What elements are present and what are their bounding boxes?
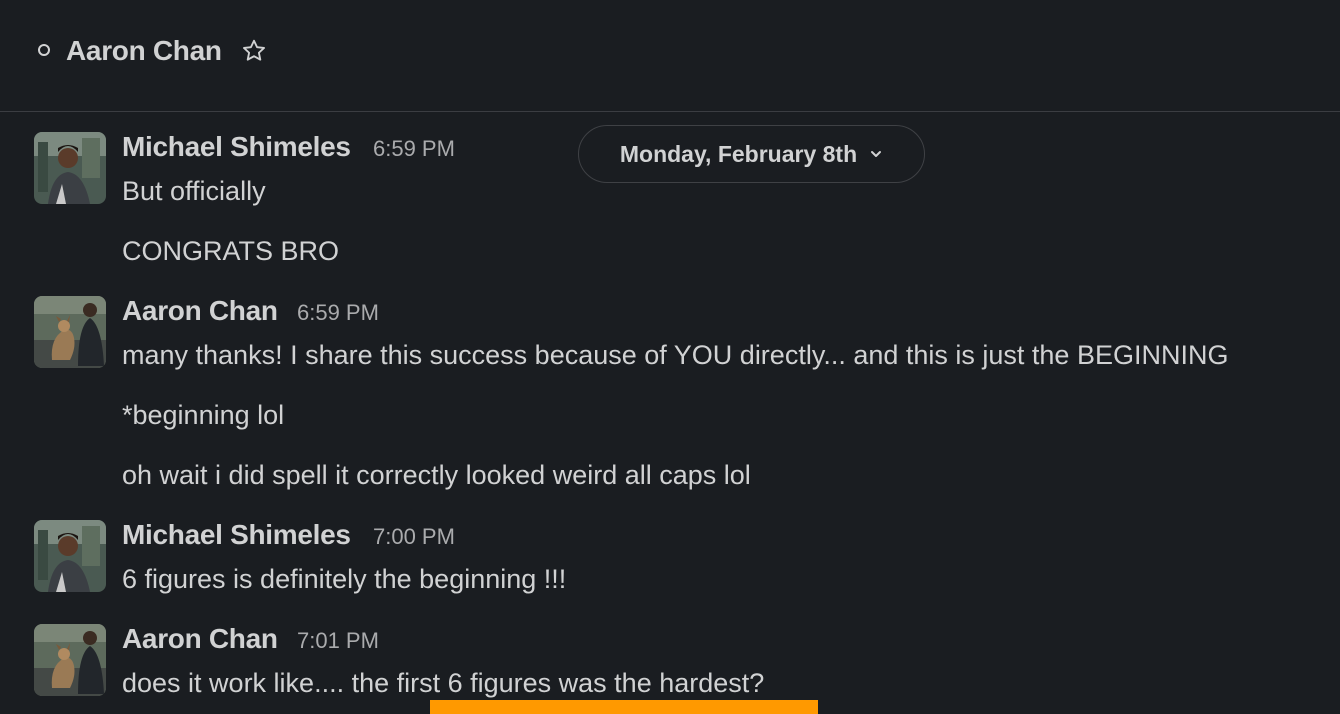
presence-status-icon	[38, 44, 50, 56]
message-timestamp[interactable]: 7:00 PM	[373, 522, 455, 552]
message-text: *beginning lol	[122, 400, 285, 430]
message-text: CONGRATS BRO	[122, 236, 340, 266]
date-divider-label: Monday, February 8th	[619, 140, 858, 167]
message-text: oh wait i did spell it correctly looked …	[122, 460, 751, 490]
star-icon[interactable]	[240, 37, 268, 65]
message-timestamp[interactable]: 7:01 PM	[297, 626, 379, 656]
message-sender[interactable]: Aaron Chan	[122, 294, 278, 328]
message-sender[interactable]: Michael Shimeles	[122, 518, 351, 552]
chevron-down-icon	[871, 151, 882, 157]
highlight-bar	[430, 700, 818, 714]
message-text: 6 figures is definitely the beginning !!…	[122, 564, 567, 594]
avatar-michael-shimeles[interactable]	[34, 132, 106, 204]
date-divider-button[interactable]: Monday, February 8th	[578, 125, 925, 183]
message-timestamp[interactable]: 6:59 PM	[373, 134, 455, 164]
channel-header: Aaron Chan	[0, 0, 1340, 112]
message-text: But officially	[122, 176, 266, 206]
message-text: does it work like.... the first 6 figure…	[122, 668, 765, 698]
avatar-michael-shimeles[interactable]	[34, 520, 106, 592]
message-sender[interactable]: Aaron Chan	[122, 622, 278, 656]
message-timestamp[interactable]: 6:59 PM	[297, 298, 379, 328]
message-sender[interactable]: Michael Shimeles	[122, 130, 351, 164]
avatar-aaron-chan[interactable]	[34, 296, 106, 368]
avatar-aaron-chan[interactable]	[34, 624, 106, 696]
message-text: many thanks! I share this success becaus…	[122, 340, 1229, 370]
channel-title[interactable]: Aaron Chan	[66, 33, 222, 69]
